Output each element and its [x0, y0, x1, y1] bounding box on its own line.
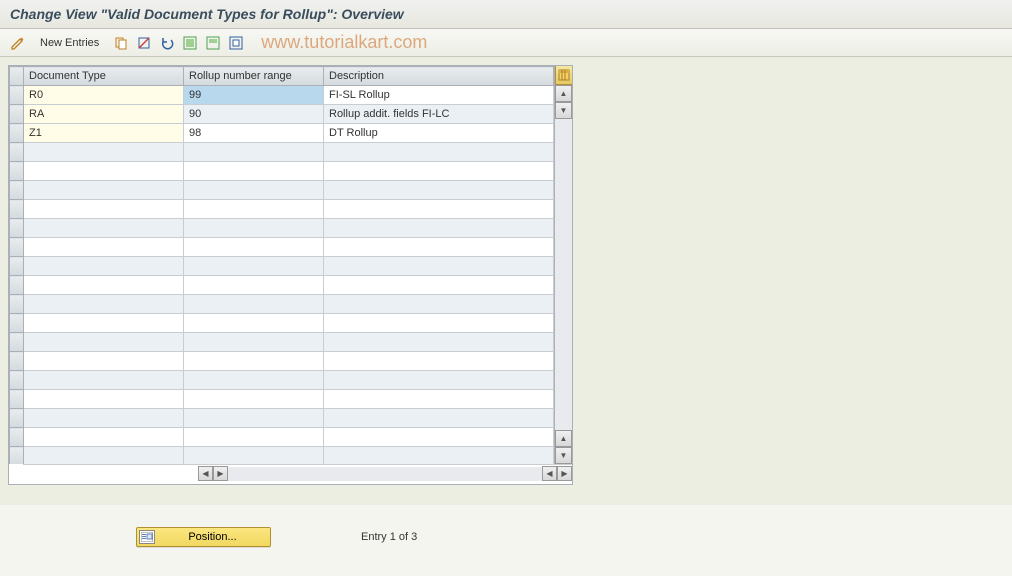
content-area: Document Type Rollup number range Descri… — [0, 57, 1012, 505]
cell-description[interactable]: DT Rollup — [324, 124, 554, 143]
toggle-change-icon[interactable] — [8, 33, 28, 53]
horizontal-scrollbar[interactable]: ◀ ▶ ◀ ▶ — [23, 464, 572, 482]
row-selector[interactable] — [10, 447, 24, 465]
scroll-right-end-icon[interactable]: ▶ — [557, 466, 572, 481]
row-selector[interactable] — [10, 200, 24, 219]
row-selector[interactable] — [10, 238, 24, 257]
cell-rollup[interactable]: 90 — [184, 105, 324, 124]
cell-doctype[interactable]: Z1 — [24, 124, 184, 143]
cell-description[interactable]: FI-SL Rollup — [324, 86, 554, 105]
scroll-down-icon[interactable]: ▼ — [555, 102, 572, 119]
row-selector[interactable] — [10, 86, 24, 105]
table-container: Document Type Rollup number range Descri… — [8, 65, 573, 485]
delete-icon[interactable] — [134, 33, 154, 53]
watermark-text: www.tutorialkart.com — [261, 32, 427, 53]
row-selector[interactable] — [10, 352, 24, 371]
row-selector[interactable] — [10, 162, 24, 181]
row-selector[interactable] — [10, 333, 24, 352]
row-selector[interactable] — [10, 143, 24, 162]
scroll-up-icon[interactable]: ▲ — [555, 85, 572, 102]
row-selector[interactable] — [10, 219, 24, 238]
row-selector[interactable] — [10, 409, 24, 428]
row-selector[interactable] — [10, 257, 24, 276]
scroll-down-bottom-icon[interactable]: ▼ — [555, 447, 572, 464]
scroll-left-end-icon[interactable]: ◀ — [542, 466, 557, 481]
column-header-doctype[interactable]: Document Type — [24, 67, 184, 86]
table-settings-icon[interactable] — [555, 66, 572, 85]
cell-doctype[interactable]: RA — [24, 105, 184, 124]
row-selector[interactable] — [10, 295, 24, 314]
column-header-description[interactable]: Description — [324, 67, 554, 86]
vertical-scrollbar[interactable]: ▲ ▼ ▲ ▼ — [554, 66, 572, 464]
scroll-up-bottom-icon[interactable]: ▲ — [555, 430, 572, 447]
copy-as-icon[interactable] — [111, 33, 131, 53]
row-selector-header[interactable] — [10, 67, 24, 86]
select-all-icon[interactable] — [180, 33, 200, 53]
row-selector[interactable] — [10, 181, 24, 200]
cell-doctype[interactable]: R0 — [24, 86, 184, 105]
row-selector[interactable] — [10, 276, 24, 295]
cell-rollup[interactable]: 99 — [184, 86, 324, 105]
footer: Position... Entry 1 of 3 — [0, 505, 1012, 547]
entry-counter: Entry 1 of 3 — [361, 531, 417, 543]
position-button[interactable]: Position... — [136, 527, 271, 547]
cell-description[interactable]: Rollup addit. fields FI-LC — [324, 105, 554, 124]
scroll-left-icon[interactable]: ◀ — [198, 466, 213, 481]
row-selector[interactable] — [10, 390, 24, 409]
new-entries-button[interactable]: New Entries — [31, 34, 108, 52]
cell-rollup[interactable]: 98 — [184, 124, 324, 143]
title-bar: Change View "Valid Document Types for Ro… — [0, 0, 1012, 29]
column-header-rollup[interactable]: Rollup number range — [184, 67, 324, 86]
row-selector[interactable] — [10, 124, 24, 143]
row-selector[interactable] — [10, 314, 24, 333]
position-icon — [139, 530, 155, 544]
row-selector[interactable] — [10, 105, 24, 124]
toolbar: New Entries www.tutorialkart.com — [0, 29, 1012, 57]
scroll-track-h[interactable] — [228, 467, 542, 481]
row-selector[interactable] — [10, 428, 24, 447]
deselect-all-icon[interactable] — [226, 33, 246, 53]
row-selector[interactable] — [10, 371, 24, 390]
page-title: Change View "Valid Document Types for Ro… — [10, 6, 1002, 22]
scroll-track[interactable] — [555, 119, 572, 430]
select-block-icon[interactable] — [203, 33, 223, 53]
undo-icon[interactable] — [157, 33, 177, 53]
data-table: Document Type Rollup number range Descri… — [9, 66, 554, 464]
scroll-right-icon[interactable]: ▶ — [213, 466, 228, 481]
position-label: Position... — [159, 531, 266, 543]
